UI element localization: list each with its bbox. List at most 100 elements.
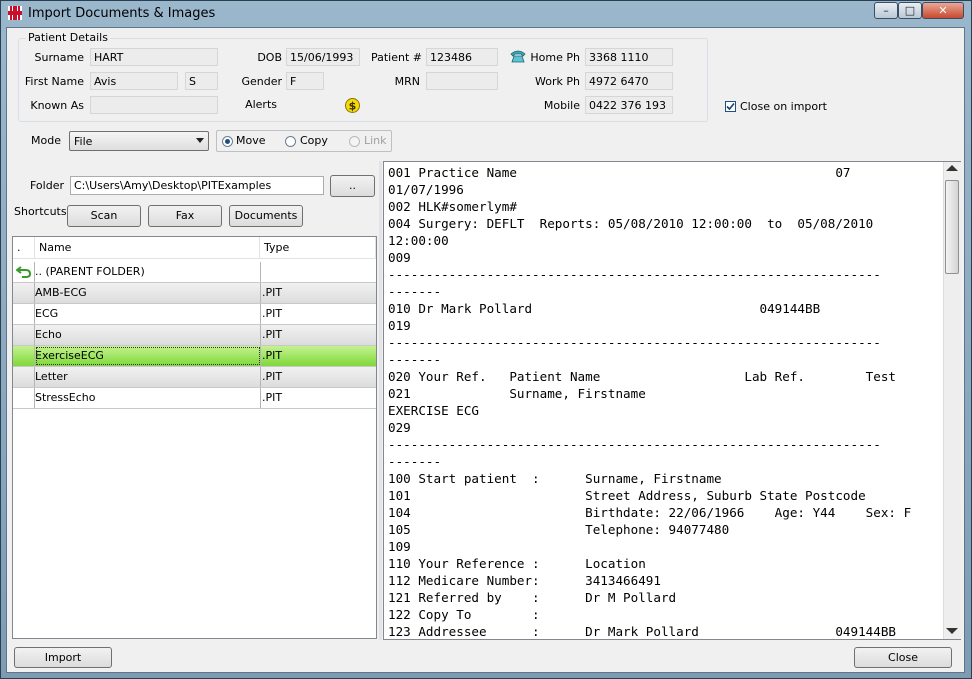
scroll-up-icon[interactable] (946, 165, 958, 171)
report-line: ------- (388, 352, 442, 367)
report-line: 021 Surname, Firstname (388, 386, 646, 401)
svg-text:$: $ (349, 100, 357, 113)
documents-button[interactable]: Documents (229, 205, 303, 227)
copy-radio[interactable] (285, 136, 296, 147)
list-item-type: .PIT (260, 325, 376, 345)
list-item[interactable]: ECG .PIT (13, 304, 376, 325)
scroll-down-icon[interactable] (946, 628, 958, 634)
title-bar[interactable]: Import Documents & Images – □ ✕ (0, 0, 972, 26)
column-header-name[interactable]: Name (35, 237, 260, 259)
row-icon-cell (13, 325, 35, 345)
report-line: 002 HLK#somerlym# (388, 199, 517, 214)
report-line: 029 (388, 420, 411, 435)
report-scrollbar[interactable] (943, 162, 961, 639)
report-text: 001 Practice Name 07 01/07/1996 002 HLK#so… (388, 164, 912, 639)
app-plus-icon (8, 6, 22, 20)
browse-folder-button[interactable]: .. (330, 175, 375, 197)
work-phone-label: Work Ph (535, 75, 580, 88)
close-on-import-label[interactable]: Close on import (740, 100, 827, 113)
list-item-type: .PIT (260, 304, 376, 324)
link-radio-label: Link (364, 134, 387, 147)
scan-button[interactable]: Scan (67, 205, 141, 227)
report-line: ----------------------------------------… (388, 437, 881, 452)
patient-number-field[interactable]: 123486 (426, 48, 498, 66)
import-button[interactable]: Import (14, 647, 112, 668)
report-line: 020 Your Ref. Patient Name Lab Ref. Test (388, 369, 896, 384)
report-line: ------- (388, 284, 442, 299)
list-item[interactable]: Letter .PIT (13, 367, 376, 388)
report-line: 019 (388, 318, 411, 333)
list-item[interactable]: StressEcho .PIT (13, 388, 376, 409)
column-header-icon[interactable]: . (13, 237, 35, 259)
home-phone-field[interactable]: 3368 1110 (585, 48, 673, 66)
row-icon-cell (13, 262, 35, 282)
knownas-field[interactable] (90, 96, 218, 114)
folder-path-field[interactable]: C:\Users\Amy\Desktop\PITExamples (70, 176, 324, 195)
list-item[interactable]: Echo .PIT (13, 325, 376, 346)
patient-details-legend: Patient Details (26, 31, 110, 44)
surname-label: Surname (34, 51, 84, 64)
report-line: 104 Birthdate: 22/06/1966 Age: Y44 Sex: … (388, 505, 912, 520)
mobile-label: Mobile (543, 99, 580, 112)
mode-select[interactable]: File (69, 131, 209, 151)
work-phone-field[interactable]: 4972 6470 (585, 72, 673, 90)
report-preview[interactable]: 001 Practice Name 07 01/07/1996 002 HLK#so… (383, 161, 961, 640)
report-line: 122 Copy To : (388, 607, 540, 622)
list-item-type (260, 262, 376, 282)
report-line: ----------------------------------------… (388, 335, 881, 350)
list-item-parent-folder[interactable]: .. (PARENT FOLDER) (13, 262, 376, 283)
list-item-name: Letter (35, 367, 261, 387)
report-line: 112 Medicare Number: 3413466491 (388, 573, 661, 588)
report-line: 123 Addressee : Dr Mark Pollard 049144BB (388, 624, 896, 639)
list-item-type: .PIT (260, 283, 376, 303)
column-header-type[interactable]: Type (260, 237, 376, 259)
gender-field[interactable]: F (286, 72, 324, 90)
move-radio-label[interactable]: Move (236, 134, 266, 147)
list-item-selected[interactable]: ExerciseECG .PIT (13, 346, 376, 367)
minimize-button[interactable]: – (874, 2, 898, 19)
phone-icon[interactable] (510, 49, 526, 63)
list-item-name: ECG (35, 304, 261, 324)
window-title: Import Documents & Images (28, 6, 216, 21)
report-line: 109 (388, 539, 411, 554)
close-button[interactable]: Close (854, 647, 952, 668)
dollar-alert-icon[interactable]: $ (345, 98, 360, 113)
report-line: 001 Practice Name 07 (388, 165, 851, 180)
list-item-type: .PIT (260, 346, 376, 366)
firstname-label: First Name (24, 75, 84, 88)
close-window-button[interactable]: ✕ (922, 2, 964, 19)
fax-button[interactable]: Fax (148, 205, 222, 227)
splitter[interactable] (379, 161, 382, 640)
mobile-field[interactable]: 0422 376 193 (585, 96, 673, 114)
list-item-type: .PIT (260, 388, 376, 408)
report-line: ----------------------------------------… (388, 267, 881, 282)
dob-field[interactable]: 15/06/1993 (286, 48, 360, 66)
mrn-field[interactable] (426, 72, 498, 90)
middle-initial-field[interactable]: S (185, 72, 218, 90)
report-line: 009 (388, 250, 411, 265)
mode-select-value: File (74, 135, 93, 148)
maximize-button[interactable]: □ (898, 2, 922, 19)
knownas-label: Known As (30, 99, 84, 112)
surname-field[interactable]: HART (90, 48, 218, 66)
close-on-import-checkbox[interactable] (725, 101, 736, 112)
report-line: 121 Referred by : Dr M Pollard (388, 590, 677, 605)
list-item-name: .. (PARENT FOLDER) (35, 262, 261, 282)
move-radio[interactable] (222, 136, 233, 147)
row-icon-cell (13, 388, 35, 408)
file-list[interactable]: . Name Type .. (PARENT FOLDER) AMB-ECG .… (12, 236, 377, 639)
firstname-field[interactable]: Avis (90, 72, 178, 90)
scroll-thumb[interactable] (945, 180, 959, 274)
list-item-type: .PIT (260, 367, 376, 387)
report-line: 105 Telephone: 94077480 (388, 522, 730, 537)
row-icon-cell (13, 367, 35, 387)
list-item-name: AMB-ECG (35, 283, 261, 303)
list-item[interactable]: AMB-ECG .PIT (13, 283, 376, 304)
patient-number-label: Patient # (370, 51, 422, 64)
report-line: 12:00:00 (388, 233, 449, 248)
report-line: 010 Dr Mark Pollard 049144BB (388, 301, 821, 316)
copy-radio-label[interactable]: Copy (300, 134, 328, 147)
dob-label: DOB (257, 51, 282, 64)
row-icon-cell (13, 283, 35, 303)
back-arrow-icon (16, 266, 32, 278)
